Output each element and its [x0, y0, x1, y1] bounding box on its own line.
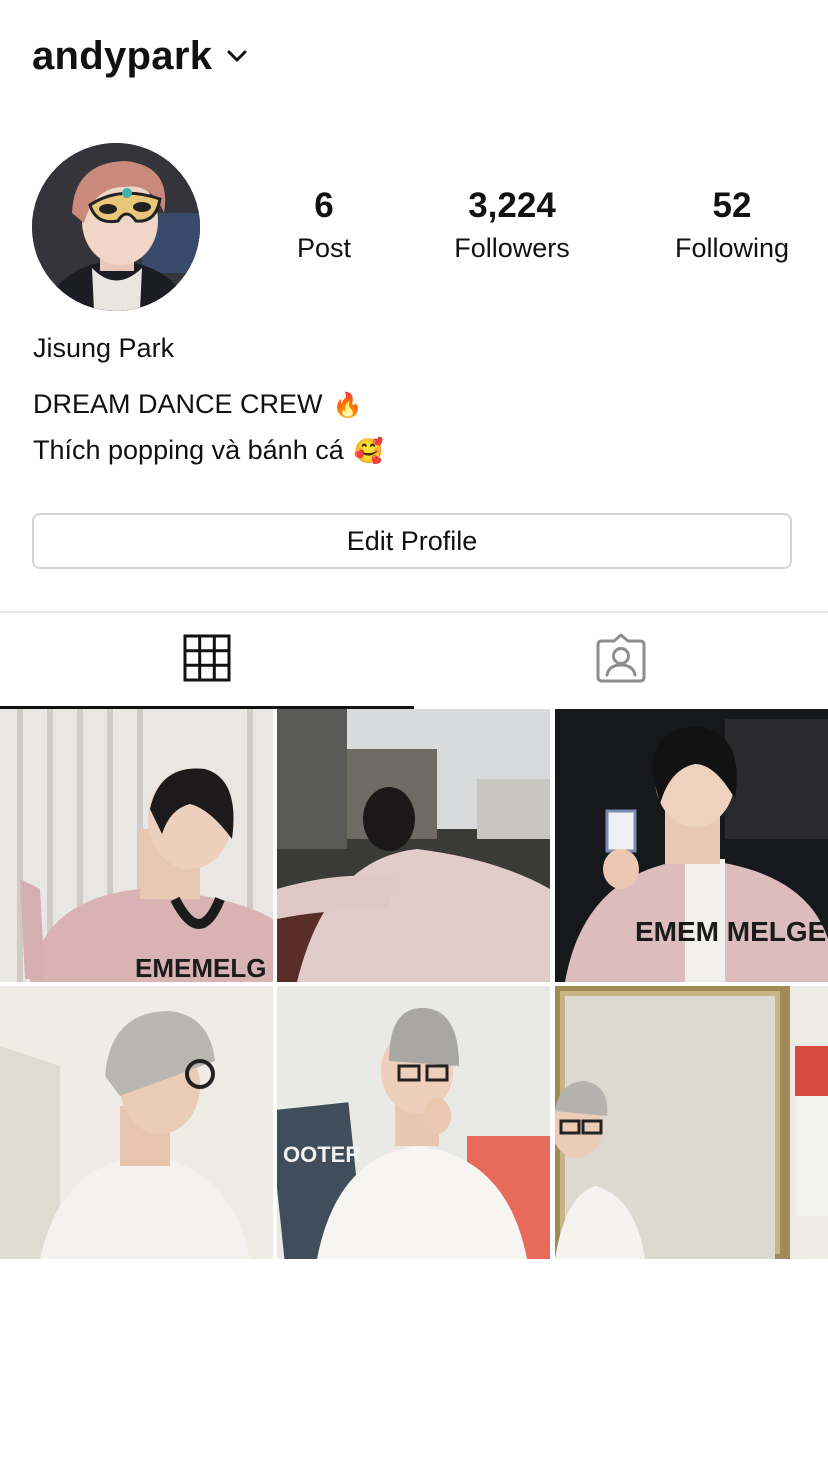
followers-count[interactable]: 3,224 Followers	[454, 184, 570, 268]
post-count-label: Post	[296, 233, 352, 263]
chevron-down-icon[interactable]	[226, 45, 248, 67]
username: andypark	[32, 33, 213, 78]
grid-icon	[183, 634, 231, 687]
post-count[interactable]: 6 Post	[297, 184, 351, 268]
following-count-label: Following	[674, 233, 790, 263]
following-count-value: 52	[712, 186, 752, 225]
svg-text:EMEM MELGE: EMEM MELGE	[635, 916, 826, 947]
following-count[interactable]: 52 Following	[675, 184, 789, 268]
followers-count-label: Followers	[454, 233, 570, 263]
post-thumbnail-1[interactable]: EMEMELG	[0, 709, 273, 982]
svg-text:EMEMELG: EMEMELG	[135, 953, 266, 982]
fire-emoji-icon: 🔥	[332, 390, 363, 419]
tagged-person-icon	[596, 633, 646, 688]
bio-line-2: Thích popping và bánh cá 🥰	[33, 435, 384, 466]
post-thumbnail-4[interactable]	[0, 986, 273, 1259]
post-thumbnail-2[interactable]	[277, 709, 550, 982]
post-thumbnail-3[interactable]: EMEM MELGE	[555, 709, 828, 982]
avatar[interactable]	[32, 143, 200, 311]
bio-line-2-text: Thích popping và bánh cá	[33, 435, 344, 465]
svg-text:OOTER: OOTER	[283, 1142, 361, 1167]
tab-tagged[interactable]	[414, 613, 828, 707]
post-thumbnail-5[interactable]: OOTER	[277, 986, 550, 1259]
smiling-hearts-emoji-icon: 🥰	[353, 436, 384, 465]
tab-posts-grid[interactable]	[0, 613, 414, 707]
bio-line-1: DREAM DANCE CREW 🔥	[33, 389, 362, 420]
post-count-value: 6	[314, 186, 334, 225]
followers-count-value: 3,224	[468, 186, 556, 225]
full-name: Jisung Park	[33, 333, 175, 363]
post-thumbnail-6[interactable]	[555, 986, 828, 1259]
edit-profile-button[interactable]: Edit Profile	[32, 513, 792, 569]
account-switcher[interactable]: andypark	[32, 30, 248, 82]
bio-line-1-text: DREAM DANCE CREW	[33, 389, 323, 419]
